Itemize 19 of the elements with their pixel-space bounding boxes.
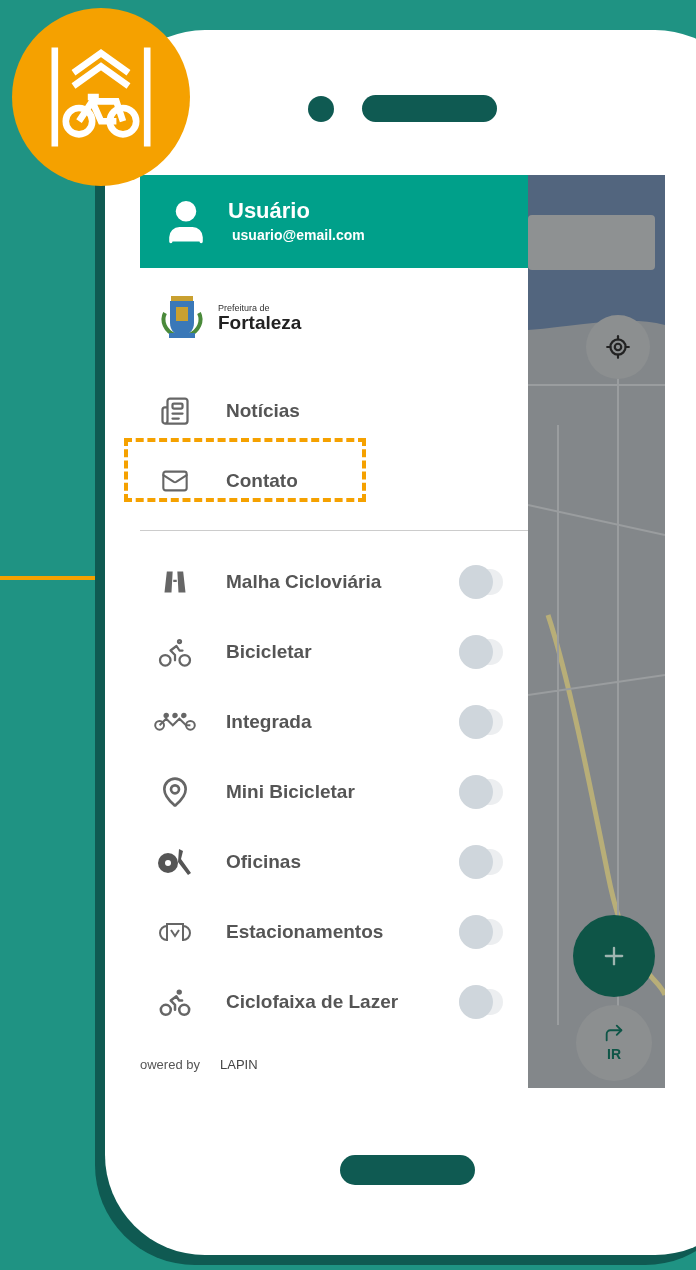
crosshair-icon [605,334,631,360]
layer-label: Mini Bicicletar [226,779,356,804]
user-name: Usuário [228,197,311,225]
layer-label: Malha Cicloviária [226,569,383,594]
tandem-bicycle-icon [153,711,197,733]
layer-label: Oficinas [226,849,302,874]
layer-label: Integrada [226,709,313,734]
home-button[interactable] [340,1155,475,1185]
newspaper-icon [160,396,190,426]
brand-subtitle: Prefeitura de [218,304,271,313]
menu-item[interactable]: Contato [140,446,528,516]
brand-title: Fortaleza [218,313,302,332]
layer-label: Ciclofaixa de Lazer [226,989,400,1014]
lapin-logo-text: LAPIN [220,1056,258,1074]
menu-item[interactable]: Notícias [140,376,528,446]
layer-label: Bicicletar [226,639,313,664]
user-email: usuario@email.com [232,225,365,245]
layer-label: Estacionamentos [226,919,385,944]
powered-by-text: owered by [140,1056,200,1074]
